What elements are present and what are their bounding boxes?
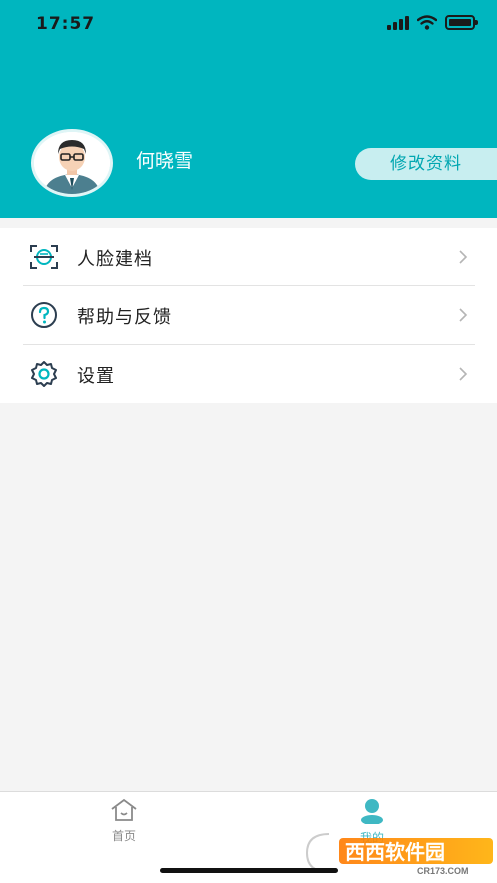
menu-item-help-feedback[interactable]: 帮助与反馈 xyxy=(0,286,497,344)
profile-header: 17:57 何晓雪 修改资料 xyxy=(0,0,497,218)
cellular-signal-icon xyxy=(387,15,409,30)
status-time: 17:57 xyxy=(36,14,96,34)
person-icon xyxy=(361,799,383,825)
chevron-right-icon xyxy=(459,367,468,381)
avatar[interactable] xyxy=(31,129,113,197)
gear-icon xyxy=(31,361,57,387)
menu-item-face-archive[interactable]: 人脸建档 xyxy=(0,228,497,286)
svg-text:西西软件园: 西西软件园 xyxy=(345,840,445,864)
user-name: 何晓雪 xyxy=(136,150,194,172)
home-icon xyxy=(111,798,137,821)
menu-item-label: 人脸建档 xyxy=(77,249,153,270)
question-icon xyxy=(31,302,57,328)
avatar-image xyxy=(34,132,110,194)
chevron-right-icon xyxy=(459,250,468,264)
home-indicator xyxy=(160,868,338,873)
status-bar: 17:57 xyxy=(0,0,497,48)
chevron-right-icon xyxy=(459,308,468,322)
tab-home[interactable]: 首页 xyxy=(94,798,154,844)
svg-text:CR173.COM: CR173.COM xyxy=(417,866,469,876)
menu-list: 人脸建档 帮助与反馈 设置 xyxy=(0,228,497,403)
battery-icon xyxy=(445,15,478,30)
menu-item-label: 帮助与反馈 xyxy=(77,307,172,328)
face-scan-icon xyxy=(30,245,58,269)
menu-item-label: 设置 xyxy=(77,366,115,387)
wifi-icon xyxy=(417,15,437,30)
edit-profile-button[interactable]: 修改资料 xyxy=(355,148,497,180)
tab-home-label: 首页 xyxy=(111,829,136,843)
menu-item-settings[interactable]: 设置 xyxy=(0,345,497,403)
status-icons xyxy=(387,15,478,30)
